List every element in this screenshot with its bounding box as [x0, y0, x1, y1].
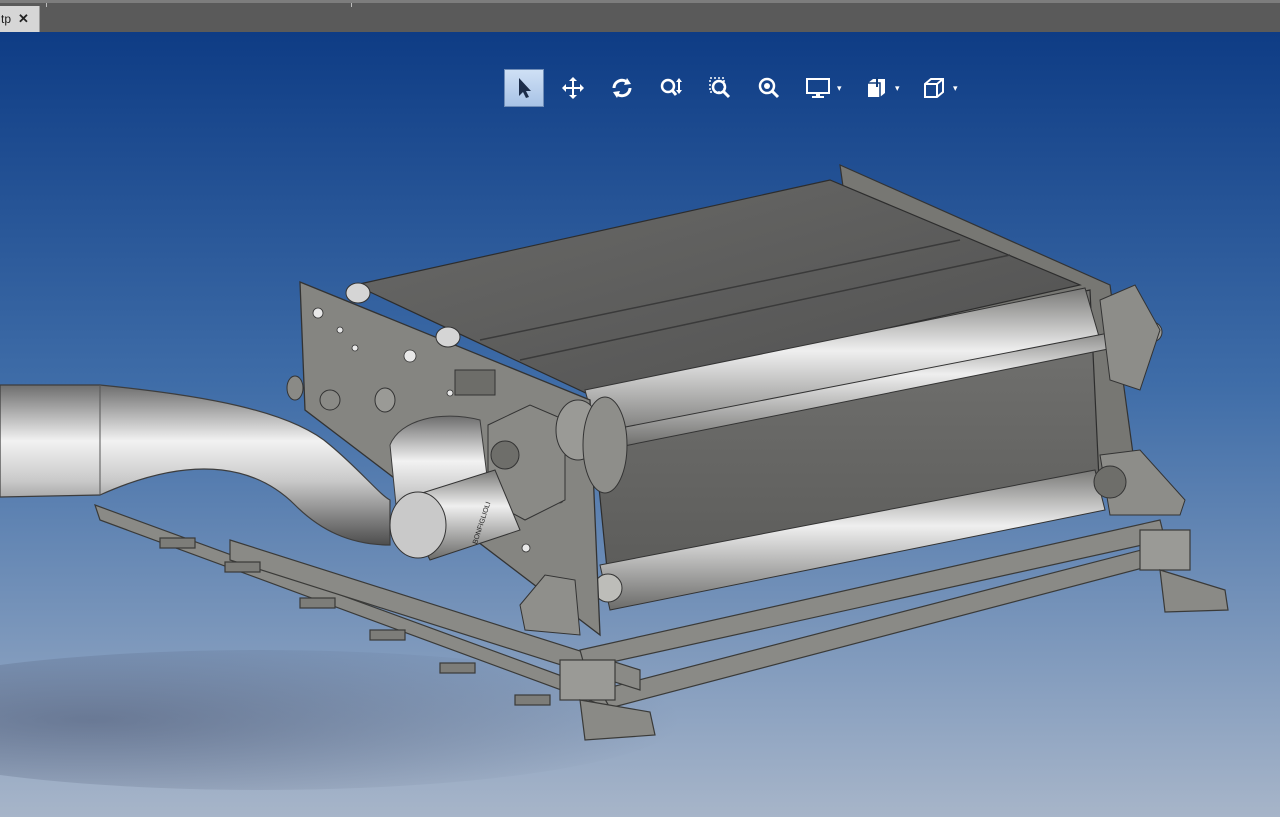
bearing-icon	[1093, 465, 1127, 499]
view-orientation-cube-icon	[924, 78, 944, 98]
pan-move-icon	[562, 77, 584, 99]
select-tool-button[interactable]	[504, 69, 544, 107]
pan-tool-button[interactable]	[553, 69, 593, 107]
section-view-icon	[868, 77, 885, 97]
3d-viewport[interactable]: BONFIGLIOLI ▾ ▾ ▾	[0, 32, 1280, 817]
zoom-window-icon	[709, 77, 731, 99]
tab-separator	[46, 3, 47, 7]
display-mode-button[interactable]	[798, 69, 838, 107]
zoom-updown-button[interactable]	[651, 69, 691, 107]
select-arrow-icon	[519, 78, 531, 98]
view-orientation-button[interactable]	[914, 69, 954, 107]
section-view-button[interactable]	[856, 69, 896, 107]
close-tab-icon[interactable]: ✕	[18, 11, 29, 27]
rotate-tool-button[interactable]	[602, 69, 642, 107]
tab-separator	[351, 3, 352, 7]
zoom-fit-button[interactable]	[749, 69, 789, 107]
cad-model-scene[interactable]: BONFIGLIOLI	[0, 32, 1280, 817]
drive-pulley-flange	[582, 396, 628, 494]
zoom-fit-icon	[758, 77, 780, 99]
view-orientation-dropdown-icon[interactable]: ▾	[953, 83, 963, 94]
section-view-dropdown-icon[interactable]: ▾	[895, 83, 905, 94]
document-tab-bar: tp ✕	[0, 0, 1280, 32]
rotate-icon	[612, 78, 632, 98]
gearbox-shaft-icon	[490, 440, 520, 470]
zoom-window-button[interactable]	[700, 69, 740, 107]
zoom-updown-icon	[660, 78, 682, 96]
motor-end-cap	[389, 491, 447, 559]
view-toolbar: ▾ ▾ ▾	[504, 68, 972, 108]
document-tab[interactable]: tp ✕	[0, 6, 40, 32]
motor-mount-window	[454, 369, 496, 396]
document-tab-label: tp	[1, 12, 12, 26]
display-mode-icon	[806, 78, 830, 98]
display-mode-dropdown-icon[interactable]: ▾	[837, 83, 847, 94]
